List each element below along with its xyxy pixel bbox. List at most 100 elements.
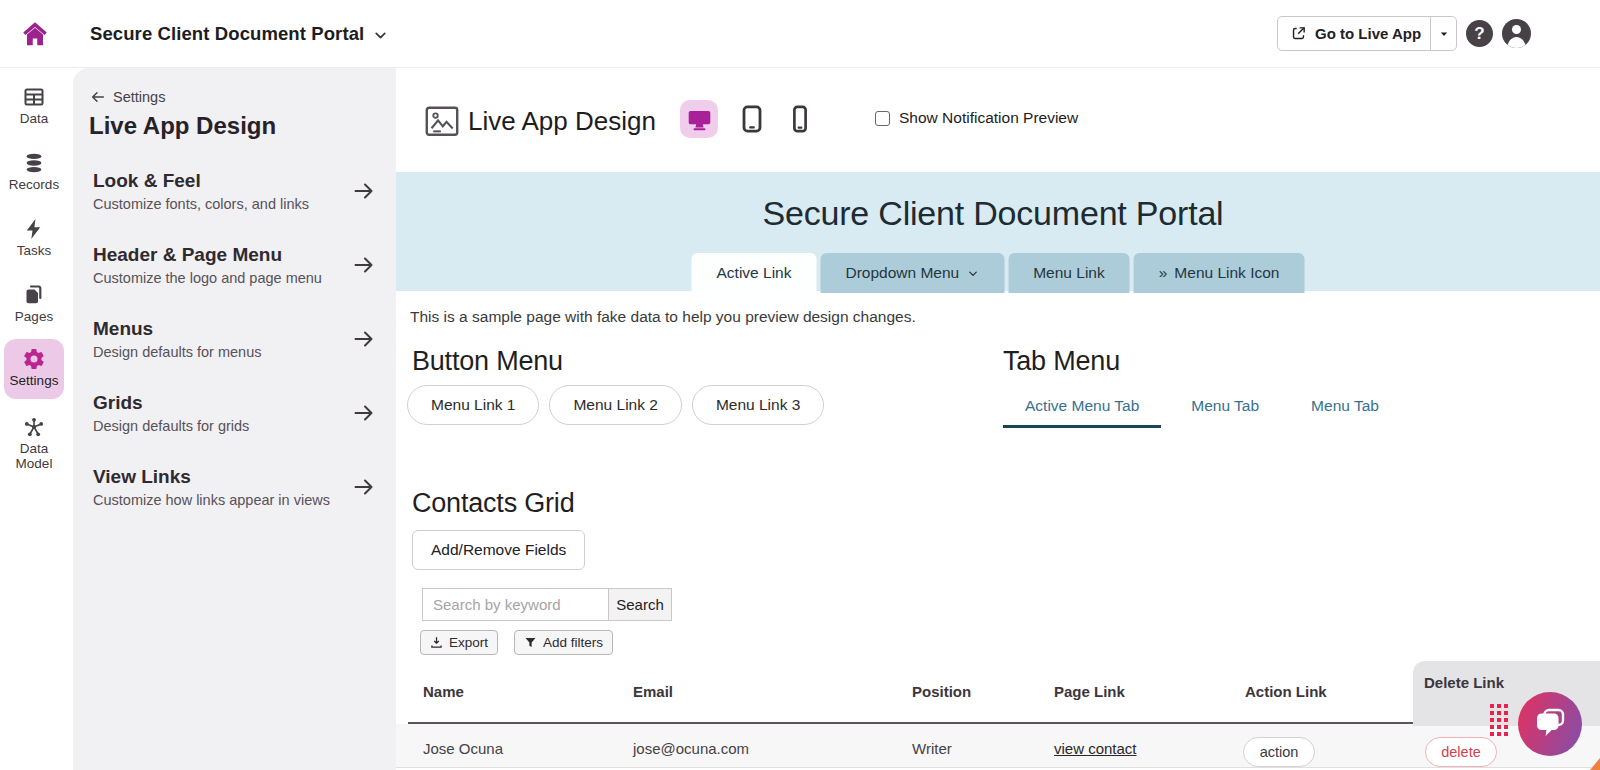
sidebar-item-settings[interactable]: Settings: [4, 339, 64, 399]
contacts-grid-heading: Contacts Grid: [412, 488, 574, 519]
chat-widget-button[interactable]: [1518, 692, 1582, 756]
search-input[interactable]: [422, 588, 608, 621]
panel-item-title: Header & Page Menu: [93, 243, 380, 267]
menu-tab-menu-link[interactable]: Menu Link: [1008, 253, 1130, 293]
sidebar-item-pages[interactable]: Pages: [4, 274, 64, 333]
button-menu: Menu Link 1 Menu Link 2 Menu Link 3: [407, 385, 824, 425]
export-button[interactable]: Export: [420, 630, 498, 655]
arrow-right-icon: [352, 253, 376, 277]
menu-tab-active-link[interactable]: Active Link: [692, 253, 817, 293]
grid-toolbar: Export Add filters: [420, 630, 613, 655]
sidebar-item-label: Pages: [15, 310, 53, 325]
panel-item-look-feel[interactable]: Look & Feel Customize fonts, colors, and…: [93, 169, 380, 214]
sidebar-item-label: Settings: [10, 374, 59, 389]
arrow-right-icon: [352, 475, 376, 499]
menu-tab-label: Dropdown Menu: [845, 264, 959, 282]
cell-name: Jose Ocuna: [423, 740, 503, 757]
panel-item-title: Grids: [93, 391, 380, 415]
tablet-icon: [736, 103, 768, 135]
menu-tab-label: Menu Link Icon: [1174, 264, 1279, 282]
search-button[interactable]: Search: [608, 588, 672, 621]
sidebar-item-label: Tasks: [17, 244, 52, 259]
left-sidebar: Data Records Tasks Pages Settings: [0, 68, 68, 770]
delete-link-button[interactable]: delete: [1425, 737, 1497, 767]
cell-email: jose@ocuna.com: [633, 740, 749, 757]
user-avatar[interactable]: [1502, 19, 1531, 48]
tab-active-menu-tab[interactable]: Active Menu Tab: [1003, 392, 1161, 428]
corner-accent: [1590, 758, 1600, 770]
column-header-action-link[interactable]: Action Link: [1245, 683, 1327, 700]
app-title-chevron-icon[interactable]: [372, 27, 389, 44]
tab-menu-tab-2[interactable]: Menu Tab: [1289, 392, 1401, 428]
avatar-head: [1512, 25, 1521, 34]
table-row: [396, 724, 1600, 768]
sidebar-item-records[interactable]: Records: [4, 142, 64, 201]
sidebar-item-tasks[interactable]: Tasks: [4, 208, 64, 267]
menu-link-3-button[interactable]: Menu Link 3: [692, 385, 824, 425]
add-remove-fields-button[interactable]: Add/Remove Fields: [412, 530, 585, 570]
view-contact-link[interactable]: view contact: [1054, 740, 1137, 757]
external-link-icon: [1290, 25, 1307, 42]
panel-item-view-links[interactable]: View Links Customize how links appear in…: [93, 465, 380, 510]
panel-list: Look & Feel Customize fonts, colors, and…: [93, 169, 380, 539]
panel-item-menus[interactable]: Menus Design defaults for menus: [93, 317, 380, 362]
panel-item-title: View Links: [93, 465, 380, 489]
help-icon[interactable]: ?: [1466, 20, 1493, 47]
menu-link-2-button[interactable]: Menu Link 2: [549, 385, 681, 425]
phone-icon: [784, 103, 816, 135]
column-header-email[interactable]: Email: [633, 683, 673, 700]
chevron-down-icon: [966, 267, 979, 280]
panel-item-grids[interactable]: Grids Design defaults for grids: [93, 391, 380, 436]
main-area: Live App Design Show Notification Previe…: [396, 68, 1600, 770]
go-to-live-app-main[interactable]: Go to Live App: [1278, 17, 1430, 50]
notification-preview-checkbox[interactable]: [875, 111, 890, 126]
back-to-settings-link[interactable]: Settings: [90, 89, 165, 105]
sidebar-item-data[interactable]: Data: [4, 76, 64, 135]
column-header-position[interactable]: Position: [912, 683, 971, 700]
go-to-live-app-label: Go to Live App: [1315, 25, 1421, 42]
column-header-name[interactable]: Name: [423, 683, 464, 700]
notification-preview-label: Show Notification Preview: [899, 109, 1078, 127]
menu-tab-label: Active Link: [717, 264, 792, 282]
chat-bubble-icon: [1532, 706, 1568, 742]
sidebar-item-data-model[interactable]: Data Model: [4, 406, 64, 480]
panel-item-subtitle: Customize the logo and page menu: [93, 268, 380, 288]
home-icon[interactable]: [20, 19, 50, 49]
tab-menu-heading: Tab Menu: [1003, 346, 1120, 377]
tab-menu-tab-1[interactable]: Menu Tab: [1169, 392, 1281, 428]
app-title: Secure Client Document Portal: [90, 23, 364, 45]
gear-icon: [22, 347, 46, 371]
back-label: Settings: [113, 89, 165, 105]
menu-tab-menu-link-icon[interactable]: » Menu Link Icon: [1134, 253, 1305, 293]
settings-panel: Settings Live App Design Look & Feel Cus…: [73, 68, 396, 770]
sidebar-item-label: Data: [20, 112, 49, 127]
export-label: Export: [449, 635, 488, 650]
button-menu-heading: Button Menu: [412, 346, 563, 377]
device-toggle-phone[interactable]: [781, 100, 819, 138]
filter-icon: [524, 636, 537, 649]
pages-icon: [22, 283, 46, 307]
table-icon: [22, 85, 46, 109]
action-link-button[interactable]: action: [1243, 737, 1315, 767]
column-header-page-link[interactable]: Page Link: [1054, 683, 1125, 700]
device-toggle-tablet[interactable]: [733, 100, 771, 138]
panel-item-subtitle: Design defaults for menus: [93, 342, 380, 362]
panel-item-title: Menus: [93, 317, 380, 341]
lightning-icon: [22, 217, 46, 241]
panel-item-subtitle: Customize fonts, colors, and links: [93, 194, 380, 214]
menu-link-1-button[interactable]: Menu Link 1: [407, 385, 539, 425]
menu-tab-dropdown-menu[interactable]: Dropdown Menu: [820, 253, 1004, 293]
arrow-right-icon: [352, 401, 376, 425]
sidebar-item-label: Records: [9, 178, 59, 193]
add-filters-button[interactable]: Add filters: [514, 630, 613, 655]
arrow-right-icon: [352, 179, 376, 203]
database-icon: [22, 151, 46, 175]
panel-item-header-page-menu[interactable]: Header & Page Menu Customize the logo an…: [93, 243, 380, 288]
drag-handle-icon[interactable]: [1490, 704, 1494, 708]
double-chevron-icon: »: [1159, 264, 1168, 282]
arrow-right-icon: [352, 327, 376, 351]
go-to-live-app-button[interactable]: Go to Live App: [1277, 16, 1457, 51]
device-toggle-desktop[interactable]: [680, 100, 718, 138]
go-to-live-app-dropdown[interactable]: [1430, 17, 1456, 50]
panel-title: Live App Design: [89, 112, 276, 140]
